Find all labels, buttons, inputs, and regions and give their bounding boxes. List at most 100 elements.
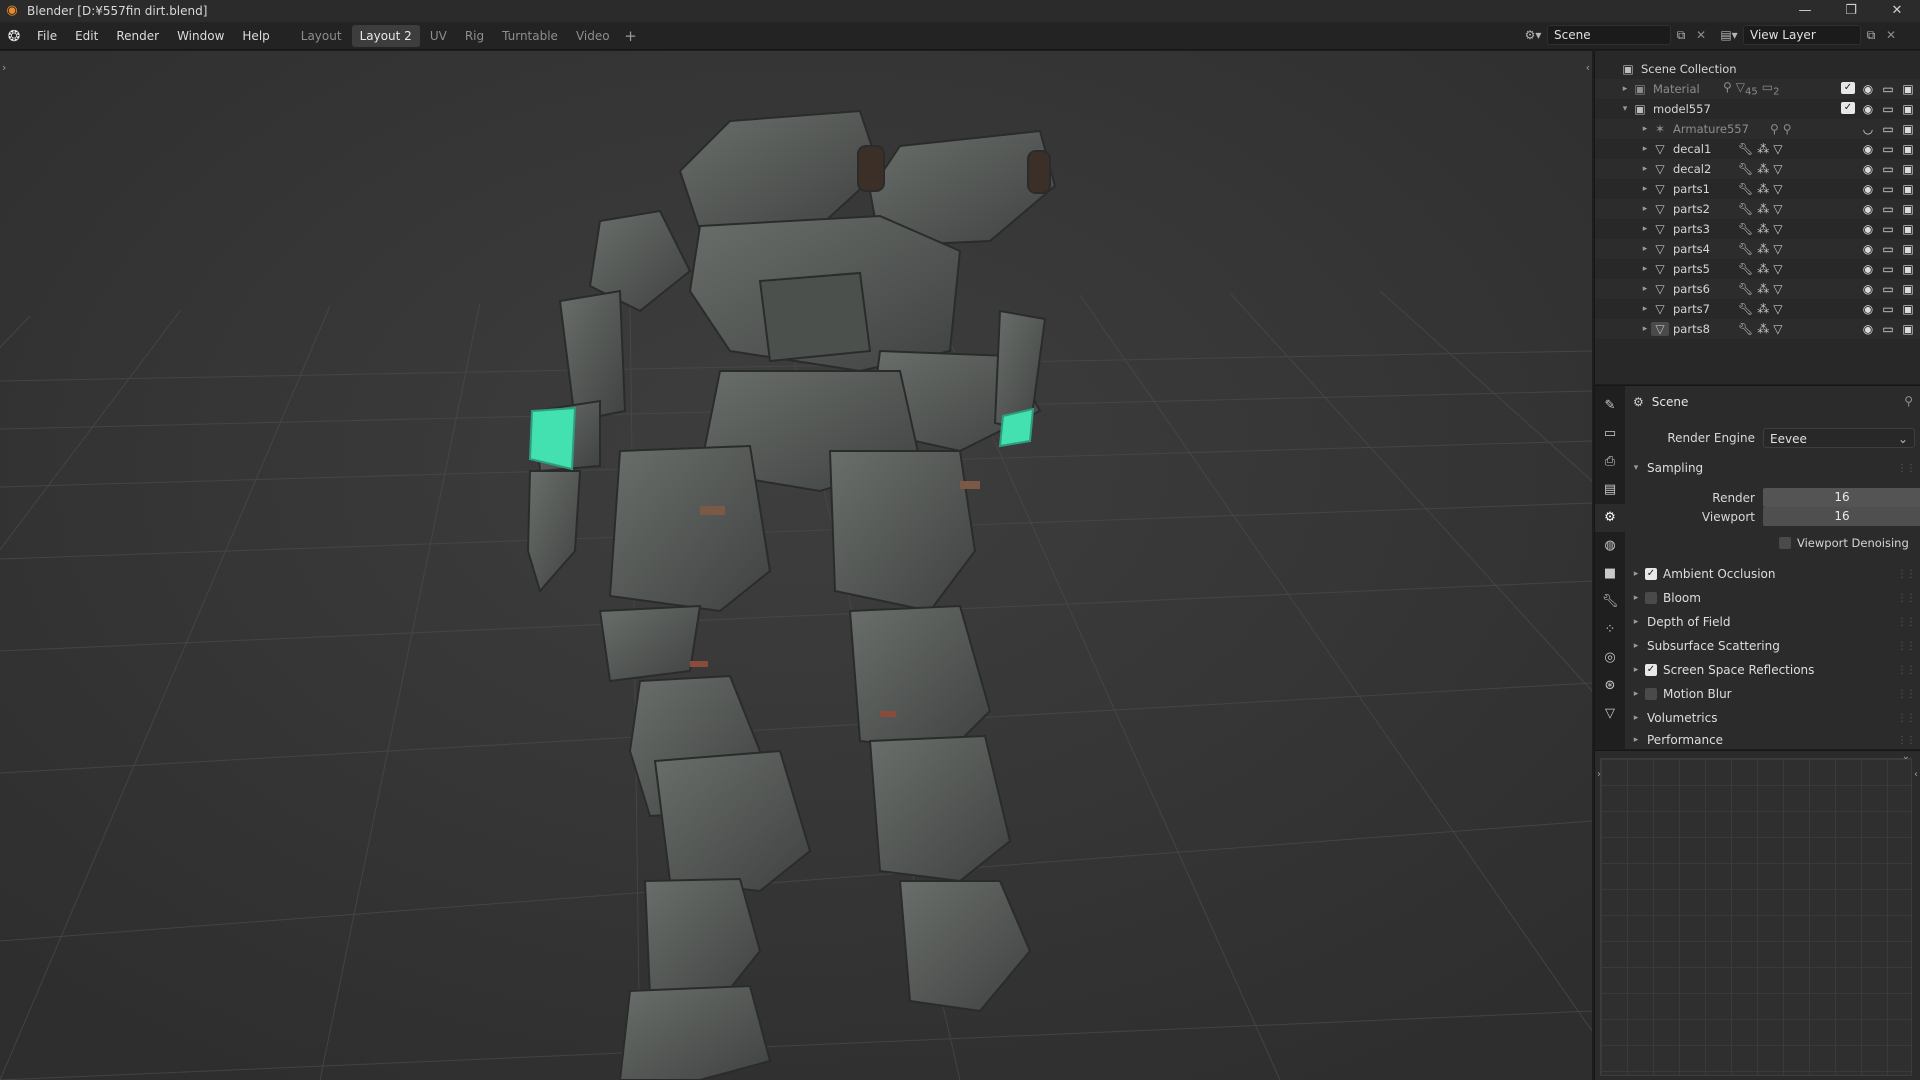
camera-icon[interactable]: ▣	[1901, 262, 1915, 276]
viewport-denoising-row[interactable]: Viewport Denoising	[1779, 536, 1909, 550]
outliner-row-parts4[interactable]: ▸ ▽ parts4 🔧︎ ⁂ ▽ ◉ ▭ ▣	[1595, 239, 1920, 259]
modifier-tab-icon[interactable]: 🔧︎	[1595, 588, 1625, 616]
screen-space-reflections-checkbox[interactable]: ✓	[1645, 664, 1657, 676]
viewport-toggle-icon[interactable]: ▭	[1881, 242, 1895, 256]
eye-closed-icon[interactable]: ◡	[1861, 122, 1875, 136]
panel-ambient-occlusion[interactable]: ▸ ✓ Ambient Occlusion ⋮⋮	[1625, 562, 1920, 586]
menu-render[interactable]: Render	[107, 22, 168, 50]
tab-turntable[interactable]: Turntable	[494, 25, 566, 47]
menu-file[interactable]: File	[28, 22, 66, 50]
modifier-wrench-icon[interactable]: 🔧︎	[1738, 302, 1753, 316]
outliner-row-parts5[interactable]: ▸ ▽ parts5 🔧︎ ⁂ ▽ ◉ ▭ ▣	[1595, 259, 1920, 279]
viewport-toggle-icon[interactable]: ▭	[1881, 162, 1895, 176]
outliner-row-model557[interactable]: ▾ ▣ model557 ✓ ◉ ▭ ▣	[1595, 99, 1920, 119]
menu-window[interactable]: Window	[168, 22, 233, 50]
sidebar-expand-icon[interactable]: ‹	[1586, 61, 1590, 74]
expand-arrow-icon[interactable]: ▸	[1619, 84, 1631, 94]
eye-icon[interactable]: ◉	[1861, 102, 1875, 116]
3d-viewport[interactable]: › ‹	[0, 51, 1592, 1080]
camera-icon[interactable]: ▣	[1901, 182, 1915, 196]
camera-icon[interactable]: ▣	[1901, 82, 1915, 96]
new-scene-icon[interactable]: ⧉	[1671, 25, 1691, 45]
modifier-wrench-icon[interactable]: 🔧︎	[1738, 182, 1753, 196]
panel-depth-of-field[interactable]: ▸ Depth of Field ⋮⋮	[1625, 610, 1920, 634]
outliner-row-parts6[interactable]: ▸ ▽ parts6 🔧︎ ⁂ ▽ ◉ ▭ ▣	[1595, 279, 1920, 299]
panel-volumetrics[interactable]: ▸ Volumetrics ⋮⋮	[1625, 706, 1920, 730]
bloom-checkbox[interactable]	[1645, 592, 1657, 604]
expand-arrow-icon[interactable]: ▸	[1639, 124, 1651, 134]
output-tab-icon[interactable]: ⎙	[1595, 448, 1625, 476]
world-tab-icon[interactable]: ◍	[1595, 532, 1625, 560]
eye-icon[interactable]: ◉	[1861, 302, 1875, 316]
close-button[interactable]: ✕	[1874, 0, 1920, 22]
modifier-wrench-icon[interactable]: 🔧︎	[1738, 222, 1753, 236]
ambient-occlusion-checkbox[interactable]: ✓	[1645, 568, 1657, 580]
expand-arrow-icon[interactable]: ▸	[1639, 144, 1651, 154]
constraints-tab-icon[interactable]: ⊛	[1595, 672, 1625, 700]
delete-scene-icon[interactable]: ✕	[1691, 25, 1711, 45]
panel-motion-blur[interactable]: ▸ Motion Blur ⋮⋮	[1625, 682, 1920, 706]
region-expand-right-icon[interactable]: ‹	[1914, 769, 1918, 780]
view-layer-field[interactable]: View Layer	[1743, 25, 1861, 45]
modifier-wrench-icon[interactable]: 🔧︎	[1738, 162, 1753, 176]
camera-icon[interactable]: ▣	[1901, 322, 1915, 336]
camera-icon[interactable]: ▣	[1901, 142, 1915, 156]
eye-icon[interactable]: ◉	[1861, 142, 1875, 156]
tab-layout[interactable]: Layout	[293, 25, 350, 47]
viewport-toggle-icon[interactable]: ▭	[1881, 202, 1895, 216]
modifier-wrench-icon[interactable]: 🔧︎	[1738, 322, 1753, 336]
object-tab-icon[interactable]: ■	[1595, 560, 1625, 588]
drag-grip-icon[interactable]: ⋮⋮	[1897, 617, 1916, 628]
view-layer-browse-icon[interactable]: ▤▾	[1719, 25, 1739, 45]
delete-view-layer-icon[interactable]: ✕	[1881, 25, 1901, 45]
panel-screen-space-reflections[interactable]: ▸ ✓ Screen Space Reflections ⋮⋮	[1625, 658, 1920, 682]
eye-icon[interactable]: ◉	[1861, 162, 1875, 176]
drag-grip-icon[interactable]: ⋮⋮	[1897, 665, 1916, 676]
data-tab-icon[interactable]: ▽	[1595, 700, 1625, 728]
scene-name-field[interactable]: Scene	[1547, 25, 1671, 45]
drag-grip-icon[interactable]: ⋮⋮	[1897, 593, 1916, 604]
camera-icon[interactable]: ▣	[1901, 282, 1915, 296]
expand-arrow-icon[interactable]: ▸	[1639, 184, 1651, 194]
drag-grip-icon[interactable]: ⋮⋮	[1897, 689, 1916, 700]
outliner-row-material[interactable]: ▸ ▣ Material ⚲ ▽45 ▭2 ✓ ◉ ▭ ▣	[1595, 79, 1920, 99]
modifier-wrench-icon[interactable]: 🔧︎	[1738, 142, 1753, 156]
viewport-denoising-checkbox[interactable]	[1779, 537, 1791, 549]
outliner-row-armature557[interactable]: ▸ ✶ Armature557 ⚲ ⚲ ◡ ▭ ▣	[1595, 119, 1920, 139]
drag-grip-icon[interactable]: ⋮⋮	[1897, 713, 1916, 724]
eye-icon[interactable]: ◉	[1861, 262, 1875, 276]
physics-tab-icon[interactable]: ◎	[1595, 644, 1625, 672]
viewport-toggle-icon[interactable]: ▭	[1881, 322, 1895, 336]
expand-arrow-icon[interactable]: ▸	[1639, 324, 1651, 334]
view-layer-tab-icon[interactable]: ▤	[1595, 476, 1625, 504]
camera-icon[interactable]: ▣	[1901, 242, 1915, 256]
outliner-row-decal1[interactable]: ▸ ▽ decal1 🔧︎ ⁂ ▽ ◉ ▭ ▣	[1595, 139, 1920, 159]
viewport-toggle-icon[interactable]: ▭	[1881, 82, 1895, 96]
camera-icon[interactable]: ▣	[1901, 122, 1915, 136]
scene-browse-icon[interactable]: ⚙▾	[1523, 25, 1543, 45]
eye-icon[interactable]: ◉	[1861, 82, 1875, 96]
pin-icon[interactable]: ⚲	[1904, 394, 1913, 408]
blender-logo-icon[interactable]: ❂	[0, 27, 28, 45]
camera-icon[interactable]: ▣	[1901, 202, 1915, 216]
motion-blur-checkbox[interactable]	[1645, 688, 1657, 700]
restore-button[interactable]: ❐	[1828, 0, 1874, 22]
eye-icon[interactable]: ◉	[1861, 202, 1875, 216]
outliner-row-scene-collection[interactable]: ▣ Scene Collection	[1595, 59, 1920, 79]
eye-icon[interactable]: ◉	[1861, 182, 1875, 196]
sampling-panel-header[interactable]: ▾ Sampling ⋮⋮	[1625, 456, 1920, 480]
header-collapse-icon[interactable]: ⌄	[1902, 751, 1910, 762]
region-expand-left-icon[interactable]: ›	[1597, 769, 1601, 780]
include-checkbox[interactable]: ✓	[1841, 102, 1855, 114]
add-workspace-button[interactable]: +	[620, 25, 642, 47]
tab-layout-2[interactable]: Layout 2	[351, 24, 420, 47]
modifier-wrench-icon[interactable]: 🔧︎	[1738, 262, 1753, 276]
outliner-row-parts2[interactable]: ▸ ▽ parts2 🔧︎ ⁂ ▽ ◉ ▭ ▣	[1595, 199, 1920, 219]
drag-grip-icon[interactable]: ⋮⋮	[1897, 569, 1916, 580]
tab-rig[interactable]: Rig	[457, 25, 492, 47]
viewport-toggle-icon[interactable]: ▭	[1881, 262, 1895, 276]
toolbar-expand-icon[interactable]: ›	[2, 61, 6, 74]
menu-help[interactable]: Help	[233, 22, 278, 50]
drag-grip-icon[interactable]: ⋮⋮	[1897, 735, 1916, 746]
bottom-grid-editor[interactable]: › ‹ ⌄	[1594, 750, 1920, 1080]
